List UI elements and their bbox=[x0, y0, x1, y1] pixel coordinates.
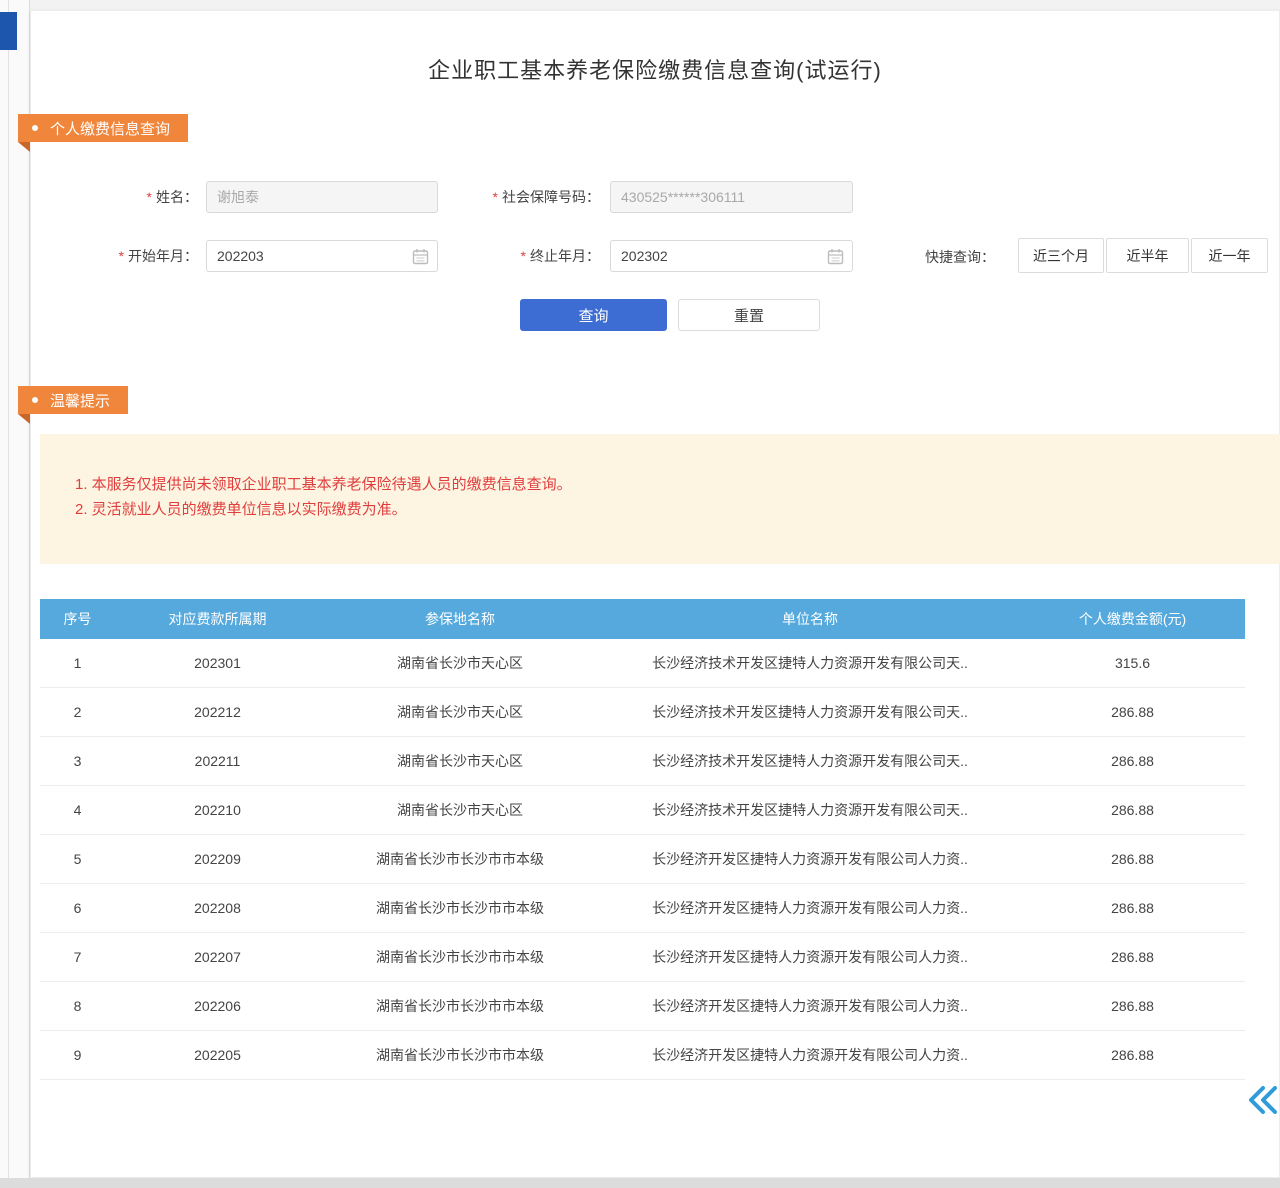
cell-index: 5 bbox=[40, 851, 115, 867]
cell-index: 2 bbox=[40, 704, 115, 720]
tips-box: 1. 本服务仅提供尚未领取企业职工基本养老保险待遇人员的缴费信息查询。 2. 灵… bbox=[40, 434, 1280, 564]
cell-amount: 286.88 bbox=[1020, 949, 1245, 965]
name-input[interactable] bbox=[206, 181, 438, 213]
ssn-input[interactable] bbox=[610, 181, 853, 213]
cell-index: 8 bbox=[40, 998, 115, 1014]
cell-region: 湖南省长沙市长沙市市本级 bbox=[320, 1045, 600, 1065]
cell-period: 202206 bbox=[115, 998, 320, 1014]
cell-region: 湖南省长沙市天心区 bbox=[320, 702, 600, 722]
cell-region: 湖南省长沙市长沙市市本级 bbox=[320, 898, 600, 918]
cell-region: 湖南省长沙市天心区 bbox=[320, 800, 600, 820]
cell-index: 6 bbox=[40, 900, 115, 916]
col-header-amount: 个人缴费金额(元) bbox=[1020, 609, 1245, 629]
cell-index: 4 bbox=[40, 802, 115, 818]
cell-period: 202212 bbox=[115, 704, 320, 720]
cell-amount: 286.88 bbox=[1020, 802, 1245, 818]
left-rail bbox=[0, 0, 30, 1188]
cell-employer: 长沙经济技术开发区捷特人力资源开发有限公司天.. bbox=[600, 702, 1020, 722]
section-badge-tips: 温馨提示 bbox=[18, 386, 128, 414]
col-header-index: 序号 bbox=[40, 609, 115, 629]
cell-employer: 长沙经济开发区捷特人力资源开发有限公司人力资.. bbox=[600, 1045, 1020, 1065]
corner-accent-block bbox=[0, 12, 17, 50]
calendar-icon[interactable] bbox=[827, 248, 844, 265]
badge-bullet-icon bbox=[32, 125, 38, 131]
left-rail-divider bbox=[8, 0, 9, 1188]
badge-label: 温馨提示 bbox=[50, 390, 110, 411]
table-row: 4 202210 湖南省长沙市天心区 长沙经济技术开发区捷特人力资源开发有限公司… bbox=[40, 786, 1245, 835]
quick-query-label: 快捷查询： bbox=[925, 247, 1010, 267]
quick-query-6months-button[interactable]: 近半年 bbox=[1106, 238, 1189, 273]
section-badge-personal-query: 个人缴费信息查询 bbox=[18, 114, 188, 142]
table-row: 8 202206 湖南省长沙市长沙市市本级 长沙经济开发区捷特人力资源开发有限公… bbox=[40, 982, 1245, 1031]
cell-region: 湖南省长沙市长沙市市本级 bbox=[320, 996, 600, 1016]
cell-amount: 286.88 bbox=[1020, 900, 1245, 916]
tip-line: 1. 本服务仅提供尚未领取企业职工基本养老保险待遇人员的缴费信息查询。 bbox=[75, 472, 572, 497]
table-row: 5 202209 湖南省长沙市长沙市市本级 长沙经济开发区捷特人力资源开发有限公… bbox=[40, 835, 1245, 884]
reset-button[interactable]: 重置 bbox=[678, 299, 820, 331]
required-asterisk: * bbox=[119, 248, 124, 264]
cell-employer: 长沙经济开发区捷特人力资源开发有限公司人力资.. bbox=[600, 947, 1020, 967]
start-month-label: *开始年月： bbox=[40, 246, 198, 266]
end-month-value: 202302 bbox=[621, 248, 827, 264]
cell-region: 湖南省长沙市长沙市市本级 bbox=[320, 849, 600, 869]
cell-period: 202211 bbox=[115, 753, 320, 769]
start-month-field[interactable]: 202203 bbox=[206, 240, 438, 272]
cell-amount: 315.6 bbox=[1020, 655, 1245, 671]
cell-index: 1 bbox=[40, 655, 115, 671]
badge-bullet-icon bbox=[32, 397, 38, 403]
table-row: 9 202205 湖南省长沙市长沙市市本级 长沙经济开发区捷特人力资源开发有限公… bbox=[40, 1031, 1245, 1080]
cell-region: 湖南省长沙市天心区 bbox=[320, 653, 600, 673]
cell-period: 202205 bbox=[115, 1047, 320, 1063]
end-month-field[interactable]: 202302 bbox=[610, 240, 853, 272]
cell-employer: 长沙经济开发区捷特人力资源开发有限公司人力资.. bbox=[600, 996, 1020, 1016]
col-header-employer: 单位名称 bbox=[600, 609, 1020, 629]
table-row: 1 202301 湖南省长沙市天心区 长沙经济技术开发区捷特人力资源开发有限公司… bbox=[40, 639, 1245, 688]
cell-index: 9 bbox=[40, 1047, 115, 1063]
cell-employer: 长沙经济技术开发区捷特人力资源开发有限公司天.. bbox=[600, 653, 1020, 673]
cell-amount: 286.88 bbox=[1020, 1047, 1245, 1063]
table-row: 7 202207 湖南省长沙市长沙市市本级 长沙经济开发区捷特人力资源开发有限公… bbox=[40, 933, 1245, 982]
col-header-region: 参保地名称 bbox=[320, 609, 600, 629]
table-header-row: 序号 对应费款所属期 参保地名称 单位名称 个人缴费金额(元) bbox=[40, 599, 1245, 639]
tip-line: 2. 灵活就业人员的缴费单位信息以实际缴费为准。 bbox=[75, 497, 407, 522]
cell-index: 7 bbox=[40, 949, 115, 965]
cell-employer: 长沙经济技术开发区捷特人力资源开发有限公司天.. bbox=[600, 751, 1020, 771]
badge-label: 个人缴费信息查询 bbox=[50, 118, 170, 139]
collapse-double-chevron-icon[interactable] bbox=[1244, 1082, 1280, 1118]
required-asterisk: * bbox=[493, 189, 498, 205]
cell-period: 202207 bbox=[115, 949, 320, 965]
quick-query-1year-button[interactable]: 近一年 bbox=[1191, 238, 1268, 273]
table-row: 6 202208 湖南省长沙市长沙市市本级 长沙经济开发区捷特人力资源开发有限公… bbox=[40, 884, 1245, 933]
table-row: 3 202211 湖南省长沙市天心区 长沙经济技术开发区捷特人力资源开发有限公司… bbox=[40, 737, 1245, 786]
cell-amount: 286.88 bbox=[1020, 704, 1245, 720]
table-row: 2 202212 湖南省长沙市天心区 长沙经济技术开发区捷特人力资源开发有限公司… bbox=[40, 688, 1245, 737]
payment-records-table: 序号 对应费款所属期 参保地名称 单位名称 个人缴费金额(元) 1 202301… bbox=[40, 599, 1245, 1080]
start-month-value: 202203 bbox=[217, 248, 412, 264]
ssn-label: *社会保障号码： bbox=[440, 187, 600, 207]
required-asterisk: * bbox=[147, 189, 152, 205]
calendar-icon[interactable] bbox=[412, 248, 429, 265]
cell-period: 202208 bbox=[115, 900, 320, 916]
cell-region: 湖南省长沙市天心区 bbox=[320, 751, 600, 771]
screen: 企业职工基本养老保险缴费信息查询(试运行) 个人缴费信息查询 *姓名： *社会保… bbox=[0, 0, 1280, 1188]
required-asterisk: * bbox=[521, 248, 526, 264]
page-title: 企业职工基本养老保险缴费信息查询(试运行) bbox=[30, 56, 1280, 86]
cell-period: 202301 bbox=[115, 655, 320, 671]
end-month-label: *终止年月： bbox=[440, 246, 600, 266]
cell-amount: 286.88 bbox=[1020, 998, 1245, 1014]
cell-period: 202210 bbox=[115, 802, 320, 818]
cell-employer: 长沙经济技术开发区捷特人力资源开发有限公司天.. bbox=[600, 800, 1020, 820]
col-header-period: 对应费款所属期 bbox=[115, 609, 320, 629]
cell-amount: 286.88 bbox=[1020, 851, 1245, 867]
name-label: *姓名： bbox=[40, 187, 198, 207]
cell-amount: 286.88 bbox=[1020, 753, 1245, 769]
cell-period: 202209 bbox=[115, 851, 320, 867]
cell-employer: 长沙经济开发区捷特人力资源开发有限公司人力资.. bbox=[600, 898, 1020, 918]
cell-region: 湖南省长沙市长沙市市本级 bbox=[320, 947, 600, 967]
query-button[interactable]: 查询 bbox=[520, 299, 667, 331]
bottom-strip bbox=[0, 1178, 1280, 1188]
cell-employer: 长沙经济开发区捷特人力资源开发有限公司人力资.. bbox=[600, 849, 1020, 869]
quick-query-3months-button[interactable]: 近三个月 bbox=[1018, 238, 1104, 273]
cell-index: 3 bbox=[40, 753, 115, 769]
